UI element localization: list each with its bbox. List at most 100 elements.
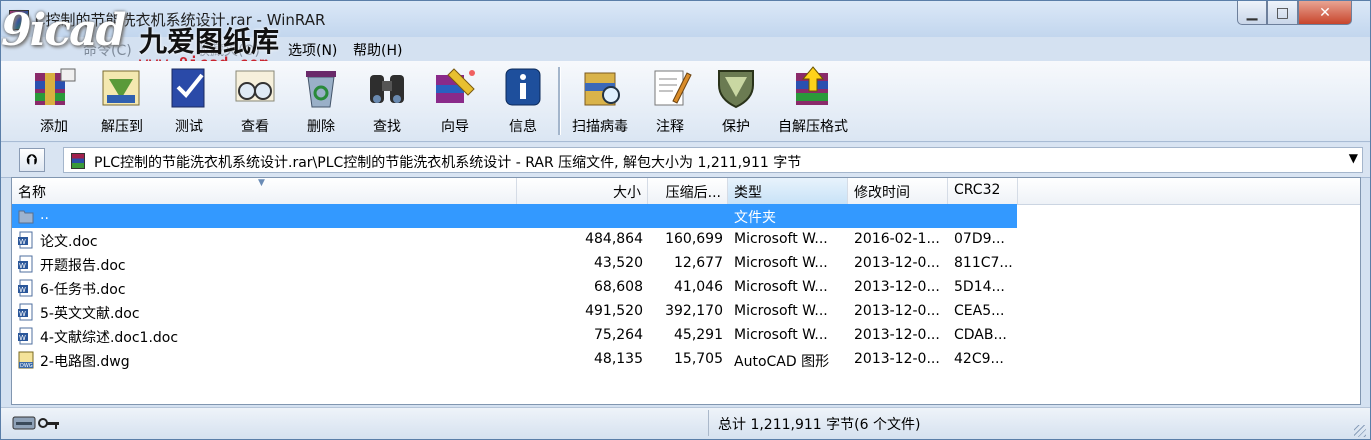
file-crc: 811C7... [954, 255, 1013, 271]
file-modified: 2013-12-0... [854, 327, 940, 343]
file-name: 2-电路图.dwg [40, 354, 130, 370]
file-size: 491,520 [585, 303, 643, 319]
up-folder-button[interactable]: ⮉ [19, 148, 45, 172]
delete-button[interactable]: 删除 [293, 65, 349, 137]
comment-note-icon [647, 65, 693, 109]
delete-label: 删除 [307, 119, 335, 135]
virus-scan-icon [577, 65, 623, 109]
info-label: 信息 [509, 119, 537, 135]
extract-label: 解压到 [101, 119, 143, 135]
list-item[interactable]: W 论文.doc 484,864 160,699 Microsoft W... 2016-… [12, 228, 1017, 252]
file-name: 6-任务书.doc [40, 282, 126, 298]
find-button[interactable]: 查找 [359, 65, 415, 137]
delete-recycle-icon [298, 65, 344, 109]
word-doc-icon: W [18, 231, 34, 249]
resize-grip[interactable] [1354, 425, 1366, 437]
svg-text:W: W [19, 238, 26, 246]
address-field[interactable]: PLC控制的节能洗衣机系统设计.rar\PLC控制的节能洗衣机系统设计 - RA… [63, 147, 1363, 173]
file-type: AutoCAD 图形 [734, 354, 830, 370]
file-packed-size: 160,699 [665, 231, 723, 247]
dwg-file-icon: DWG [18, 351, 34, 369]
view-label: 查看 [241, 119, 269, 135]
column-name-label: 名称 [18, 185, 46, 201]
sfx-button[interactable]: 自解压格式 [773, 65, 853, 137]
file-size: 484,864 [585, 231, 643, 247]
sfx-label: 自解压格式 [778, 119, 848, 135]
file-packed-size: 392,170 [665, 303, 723, 319]
file-packed-size: 41,046 [674, 279, 723, 295]
list-item[interactable]: DWG 2-电路图.dwg 48,135 15,705 AutoCAD 图形 2013-1… [12, 348, 1017, 372]
file-size: 48,135 [594, 351, 643, 367]
file-size: 75,264 [594, 327, 643, 343]
file-packed-size: 12,677 [674, 255, 723, 271]
extract-to-button[interactable]: 解压到 [93, 65, 151, 137]
sort-arrow-icon: ▼ [258, 178, 265, 188]
add-archive-icon [31, 65, 77, 109]
word-doc-icon: W [18, 255, 34, 273]
rar-archive-icon [71, 153, 85, 169]
info-button[interactable]: 信息 [495, 65, 551, 137]
wizard-button[interactable]: 向导 [425, 65, 485, 137]
wizard-label: 向导 [441, 119, 469, 135]
protect-label: 保护 [722, 119, 750, 135]
word-doc-icon: W [18, 327, 34, 345]
file-packed-size: 15,705 [674, 351, 723, 367]
test-label: 测试 [175, 119, 203, 135]
protect-shield-icon [713, 65, 759, 109]
file-crc: 5D14... [954, 279, 1005, 295]
column-header-crc[interactable]: CRC32 [948, 178, 1018, 204]
file-modified: 2013-12-0... [854, 303, 940, 319]
sfx-archive-icon [790, 65, 836, 109]
file-modified: 2013-12-0... [854, 351, 940, 367]
file-name: .. [40, 207, 49, 223]
maximize-button[interactable]: □ [1267, 1, 1298, 25]
find-binoculars-icon [364, 65, 410, 109]
file-size: 68,608 [594, 279, 643, 295]
file-name: 开题报告.doc [40, 258, 126, 274]
column-header-type[interactable]: 类型 [728, 178, 848, 204]
list-item-parent-folder[interactable]: .. 文件夹 [12, 204, 1017, 228]
info-icon [500, 65, 546, 109]
list-item[interactable]: W 5-英文文献.doc 491,520 392,170 Microsoft W... 2… [12, 300, 1017, 324]
svg-text:W: W [19, 334, 26, 342]
file-crc: CEA5... [954, 303, 1005, 319]
add-button[interactable]: 添加 [23, 65, 85, 137]
archive-path: PLC控制的节能洗衣机系统设计.rar\PLC控制的节能洗衣机系统设计 - RA… [94, 155, 802, 171]
file-modified: 2016-02-1... [854, 231, 940, 247]
list-item[interactable]: W 4-文献综述.doc1.doc 75,264 45,291 Microsoft W.… [12, 324, 1017, 348]
find-label: 查找 [373, 119, 401, 135]
minimize-button[interactable]: ▁ [1237, 1, 1267, 25]
test-button[interactable]: 测试 [161, 65, 217, 137]
comment-button[interactable]: 注释 [645, 65, 695, 137]
scan-virus-label: 扫描病毒 [572, 119, 628, 135]
folder-up-icon [18, 207, 34, 225]
status-bar: 总计 1,211,911 字节(6 个文件) [1, 407, 1370, 439]
chevron-down-icon[interactable]: ▼ [1349, 151, 1358, 165]
add-label: 添加 [40, 119, 68, 135]
file-type: Microsoft W... [734, 255, 828, 271]
file-crc: 07D9... [954, 231, 1005, 247]
file-list[interactable]: 名称 ▼ 大小 压缩后... 类型 修改时间 CRC32 .. 文件夹 W 论文.do… [11, 177, 1361, 405]
close-button[interactable]: ✕ [1298, 1, 1352, 25]
extract-icon [99, 65, 145, 109]
scan-virus-button[interactable]: 扫描病毒 [567, 65, 633, 137]
list-item[interactable]: W 开题报告.doc 43,520 12,677 Microsoft W... 2013-… [12, 252, 1017, 276]
list-item[interactable]: W 6-任务书.doc 68,608 41,046 Microsoft W... 2013… [12, 276, 1017, 300]
file-modified: 2013-12-0... [854, 279, 940, 295]
file-modified: 2013-12-0... [854, 255, 940, 271]
view-button[interactable]: 查看 [227, 65, 283, 137]
column-header-size[interactable]: 大小 [517, 178, 648, 204]
file-type: Microsoft W... [734, 279, 828, 295]
drive-key-icon[interactable] [11, 413, 61, 433]
file-crc: CDAB... [954, 327, 1007, 343]
file-type: 文件夹 [734, 210, 776, 226]
column-header-packed[interactable]: 压缩后... [648, 178, 728, 204]
file-type: Microsoft W... [734, 303, 828, 319]
column-size-label: 大小 [613, 185, 641, 201]
protect-button[interactable]: 保护 [711, 65, 761, 137]
file-size: 43,520 [594, 255, 643, 271]
column-header-modified[interactable]: 修改时间 [848, 178, 948, 204]
svg-text:W: W [19, 286, 26, 294]
comment-label: 注释 [656, 119, 684, 135]
menu-help[interactable]: 帮助(H) [353, 40, 402, 60]
